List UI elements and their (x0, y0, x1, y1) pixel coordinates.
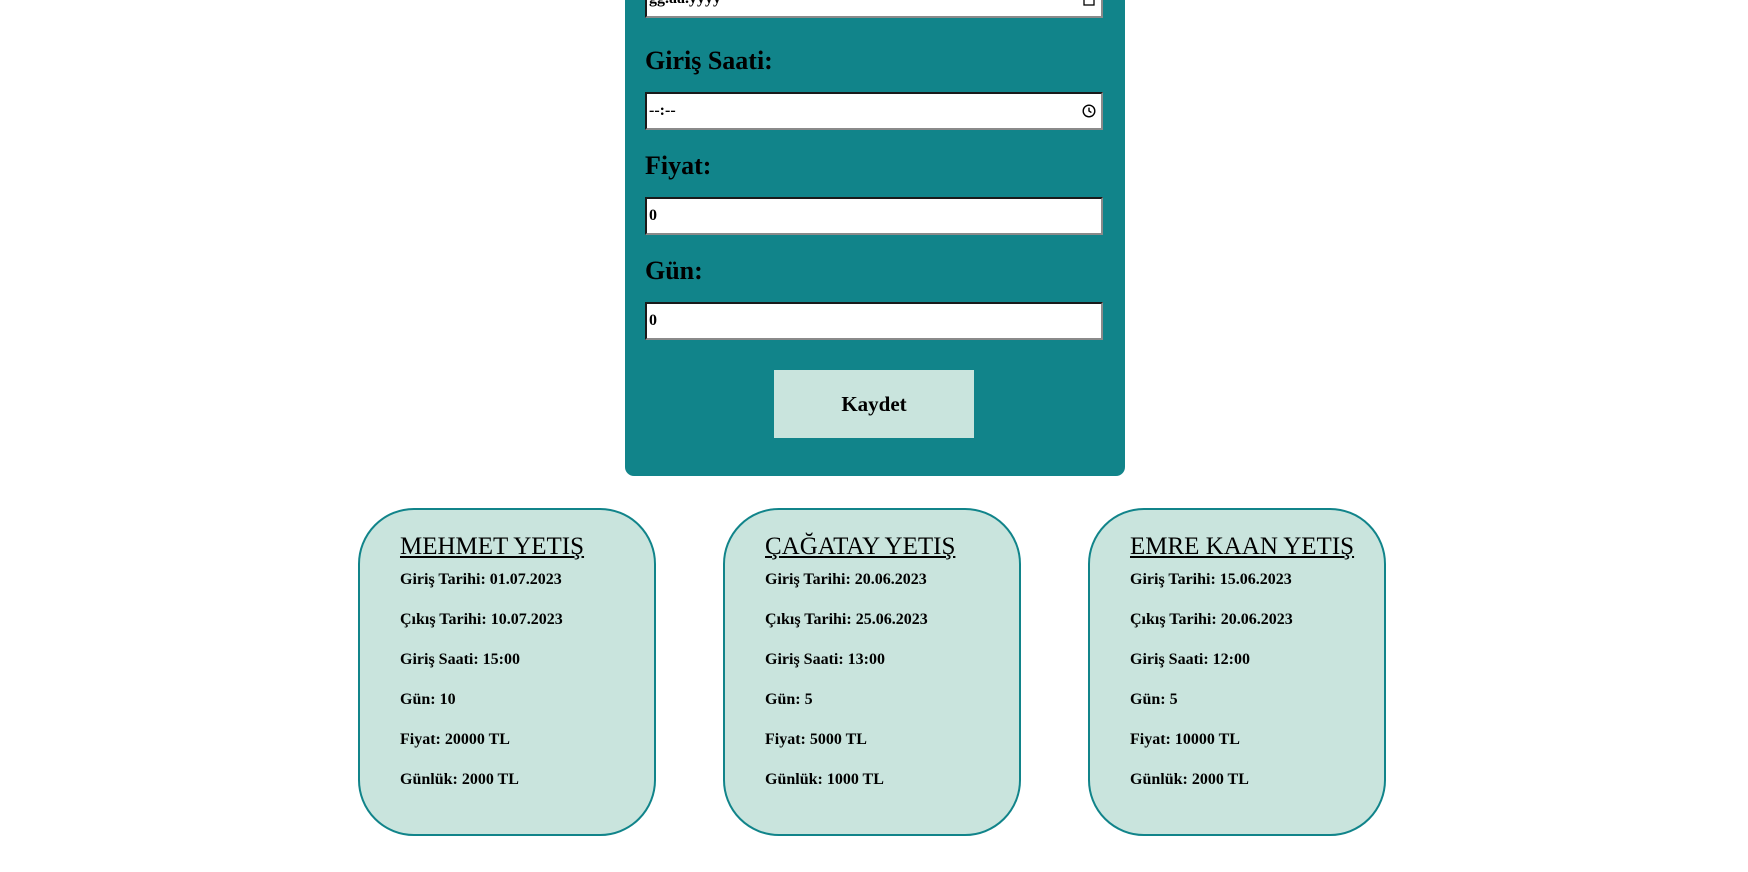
card-daily-price: Günlük: 2000 TL (1130, 771, 1249, 788)
card-price: Fiyat: 5000 TL (765, 731, 867, 748)
card-guest-name: ÇAĞATAY YETIŞ (765, 533, 956, 560)
card-checkin-date: Giriş Tarihi: 01.07.2023 (400, 571, 562, 588)
price-value: 0 (649, 207, 657, 224)
card-daily-price: Günlük: 2000 TL (400, 771, 519, 788)
card-checkout-date: Çıkış Tarihi: 20.06.2023 (1130, 611, 1293, 628)
checkout-date-input[interactable]: gg.aa.yyyy (645, 0, 1103, 18)
page: gg.aa.yyyy Giriş Saati: --:-- Fiyat: (0, 0, 1748, 872)
card-days: Gün: 5 (765, 691, 813, 708)
checkout-date-value: gg.aa.yyyy (649, 0, 1079, 8)
checkin-time-label: Giriş Saati: (645, 46, 773, 75)
reservation-card: EMRE KAAN YETIŞ Giriş Tarihi: 15.06.2023… (1088, 508, 1386, 836)
card-checkin-time: Giriş Saati: 12:00 (1130, 651, 1250, 668)
card-daily-price: Günlük: 1000 TL (765, 771, 884, 788)
reservation-card: MEHMET YETIŞ Giriş Tarihi: 01.07.2023 Çı… (358, 508, 656, 836)
checkin-time-input[interactable]: --:-- (645, 92, 1103, 130)
card-checkout-date: Çıkış Tarihi: 25.06.2023 (765, 611, 928, 628)
reservation-card: ÇAĞATAY YETIŞ Giriş Tarihi: 20.06.2023 Ç… (723, 508, 1021, 836)
card-guest-name: EMRE KAAN YETIŞ (1130, 533, 1355, 560)
card-price: Fiyat: 10000 TL (1130, 731, 1240, 748)
card-checkin-date: Giriş Tarihi: 15.06.2023 (1130, 571, 1292, 588)
days-input[interactable]: 0 (645, 302, 1103, 340)
card-price: Fiyat: 20000 TL (400, 731, 510, 748)
card-guest-name: MEHMET YETIŞ (400, 533, 585, 560)
checkin-time-value: --:-- (649, 102, 676, 119)
days-value: 0 (649, 312, 657, 329)
clock-icon[interactable] (1079, 104, 1099, 118)
price-label: Fiyat: (645, 151, 712, 180)
reservation-form: gg.aa.yyyy Giriş Saati: --:-- Fiyat: (625, 0, 1125, 476)
card-checkin-time: Giriş Saati: 13:00 (765, 651, 885, 668)
card-checkin-time: Giriş Saati: 15:00 (400, 651, 520, 668)
card-checkout-date: Çıkış Tarihi: 10.07.2023 (400, 611, 563, 628)
card-days: Gün: 10 (400, 691, 456, 708)
card-days: Gün: 5 (1130, 691, 1178, 708)
calendar-icon[interactable] (1079, 0, 1099, 6)
save-button[interactable]: Kaydet (774, 370, 974, 438)
days-label: Gün: (645, 256, 703, 285)
card-checkin-date: Giriş Tarihi: 20.06.2023 (765, 571, 927, 588)
price-input[interactable]: 0 (645, 197, 1103, 235)
